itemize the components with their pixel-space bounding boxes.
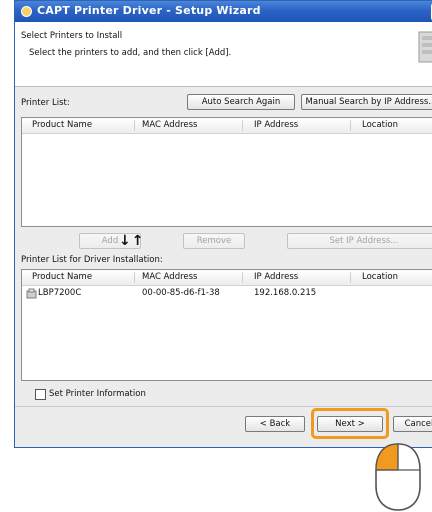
- manual-search-button[interactable]: Manual Search by IP Address...: [301, 94, 432, 110]
- set-ip-address-button[interactable]: Set IP Address...: [287, 233, 432, 249]
- install-list-header: Product Name MAC Address IP Address Loca…: [22, 270, 432, 286]
- wizard-header: Select Printers to Install Select the pr…: [15, 22, 432, 87]
- set-printer-info-label: Set Printer Information: [49, 389, 146, 399]
- title-bar: CAPT Printer Driver - Setup Wizard: [15, 1, 432, 22]
- printer-list-header: Product Name MAC Address IP Address Loca…: [22, 118, 432, 134]
- col-location[interactable]: Location: [362, 120, 398, 130]
- app-icon: [21, 6, 32, 17]
- set-printer-info-checkbox[interactable]: [35, 389, 46, 400]
- header-subtitle: Select the printers to add, and then cli…: [29, 48, 232, 58]
- back-button[interactable]: < Back: [245, 416, 305, 432]
- printer-list[interactable]: Product Name MAC Address IP Address Loca…: [21, 117, 432, 227]
- printer-icon: [26, 288, 37, 299]
- install-list-label: Printer List for Driver Installation:: [21, 255, 163, 265]
- window-title: CAPT Printer Driver - Setup Wizard: [37, 4, 261, 17]
- setup-logo-icon: [418, 31, 432, 63]
- product-name-cell: LBP7200C: [38, 288, 82, 298]
- auto-search-again-button[interactable]: Auto Search Again: [187, 94, 295, 110]
- table-row[interactable]: LBP7200C 00-00-85-d6-f1-38 192.168.0.215: [22, 287, 432, 301]
- cancel-button[interactable]: Cancel: [393, 416, 432, 432]
- printer-list-label: Printer List:: [21, 98, 70, 108]
- col-mac-address[interactable]: MAC Address: [142, 120, 198, 130]
- remove-button[interactable]: Remove: [183, 233, 245, 249]
- mac-address-cell: 00-00-85-d6-f1-38: [142, 288, 220, 298]
- ip-address-cell: 192.168.0.215: [254, 288, 317, 298]
- col-product-name[interactable]: Product Name: [32, 272, 92, 282]
- col-mac-address[interactable]: MAC Address: [142, 272, 198, 282]
- mouse-icon: [375, 443, 421, 511]
- col-product-name[interactable]: Product Name: [32, 120, 92, 130]
- install-printer-list[interactable]: Product Name MAC Address IP Address Loca…: [21, 269, 432, 381]
- move-arrows-icon: ↓↑: [119, 233, 145, 249]
- col-ip-address[interactable]: IP Address: [254, 120, 298, 130]
- divider: [15, 406, 432, 407]
- col-location[interactable]: Location: [362, 272, 398, 282]
- header-title: Select Printers to Install: [21, 31, 123, 41]
- setup-wizard-window: CAPT Printer Driver - Setup Wizard Selec…: [14, 0, 432, 448]
- col-ip-address[interactable]: IP Address: [254, 272, 298, 282]
- next-button-highlight: [311, 408, 389, 439]
